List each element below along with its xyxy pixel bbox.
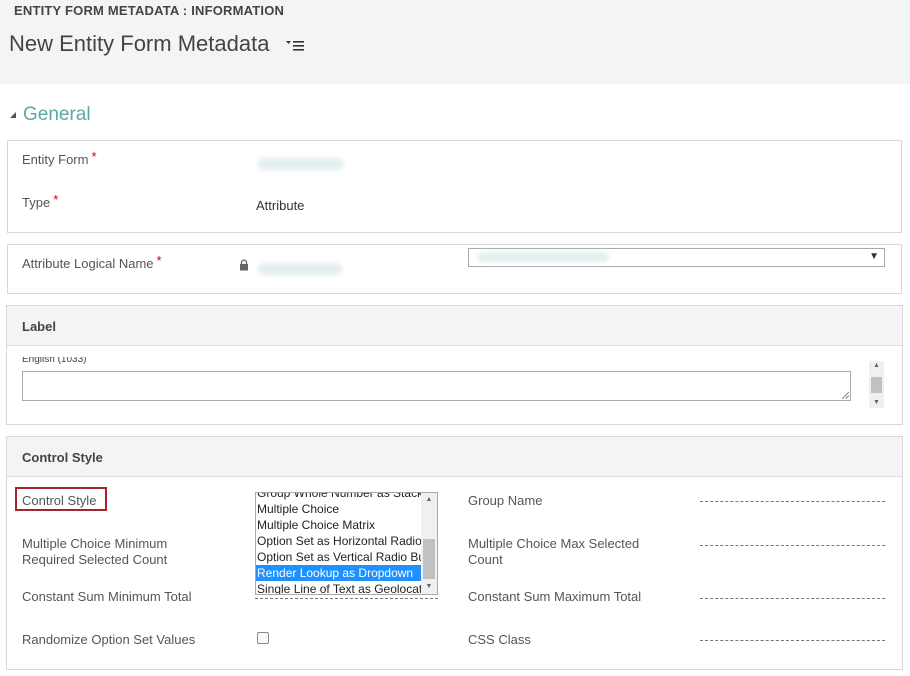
type-label: Type * [22,192,59,210]
scroll-down-icon[interactable]: ▼ [869,398,884,408]
cs-max-input[interactable] [700,598,885,599]
entity-form-label: Entity Form * [22,149,97,167]
form-header: ENTITY FORM METADATA : INFORMATION New E… [0,0,910,84]
label-scrollbar[interactable]: ▲ ▼ [869,361,884,408]
triangle-collapse-icon [10,112,16,118]
group-name-label: Group Name [468,493,543,508]
label-textarea[interactable] [22,371,851,401]
required-marker: * [91,149,97,164]
scroll-up-icon[interactable]: ▲ [421,493,437,507]
entity-form-lookup-value[interactable] [258,158,344,170]
cs-min-label: Constant Sum Minimum Total [22,589,192,604]
cs-min-input[interactable] [255,598,438,599]
hamburger-menu-icon[interactable] [286,39,306,53]
scroll-thumb[interactable] [423,539,435,579]
control-style-listbox[interactable]: Group Whole Number as Stack Multiple Cho… [255,492,438,595]
css-class-input[interactable] [700,640,885,641]
attribute-logical-name-label: Attribute Logical Name * [22,253,162,271]
list-option[interactable]: Multiple Choice Matrix [256,517,422,533]
control-style-panel-header: Control Style [7,437,902,477]
mc-min-label: Multiple Choice Minimum Required Selecte… [22,536,168,567]
mc-max-label: Multiple Choice Max Selected Count [468,536,640,567]
section-title: General [23,104,91,125]
randomize-checkbox[interactable] [257,632,269,644]
resize-handle-icon[interactable] [842,392,849,399]
type-value: Attribute [256,198,305,213]
chevron-down-icon: ▼ [869,251,879,262]
listbox-scrollbar[interactable]: ▲ ▼ [421,493,437,594]
group-name-input[interactable] [700,501,885,502]
control-style-label: Control Style [22,493,97,508]
scroll-thumb[interactable] [871,377,882,393]
required-marker: * [156,253,162,268]
attribute-select-value [477,252,609,262]
general-section-toggle[interactable]: General [9,102,91,128]
required-marker: * [53,192,59,207]
list-option-selected[interactable]: Render Lookup as Dropdown [256,565,422,581]
scroll-down-icon[interactable]: ▼ [421,580,437,594]
label-panel-title: Label [22,319,56,334]
list-option[interactable]: Multiple Choice [256,501,422,517]
list-option[interactable]: Option Set as Horizontal Radio [256,533,422,549]
entity-label: ENTITY FORM METADATA : INFORMATION [14,3,285,18]
list-option[interactable]: Group Whole Number as Stack [256,493,422,501]
randomize-label: Randomize Option Set Values [22,632,196,647]
scroll-up-icon[interactable]: ▲ [869,361,884,371]
form-title: New Entity Form Metadata [9,31,270,56]
list-option[interactable]: Single Line of Text as Geolocati [256,581,422,594]
mc-max-input[interactable] [700,545,885,546]
language-label: English (1033) [22,357,87,365]
cs-max-label: Constant Sum Maximum Total [468,589,642,604]
attribute-select[interactable]: ▼ [468,248,885,267]
attribute-logical-name-value [258,263,342,275]
label-panel-header: Label [7,306,902,346]
control-style-panel-title: Control Style [22,450,103,465]
lock-icon [240,259,248,271]
general-fields-box: Entity Form * Type * Attribute [7,140,902,233]
list-option[interactable]: Option Set as Vertical Radio Bu [256,549,422,565]
css-class-label: CSS Class [468,632,531,647]
